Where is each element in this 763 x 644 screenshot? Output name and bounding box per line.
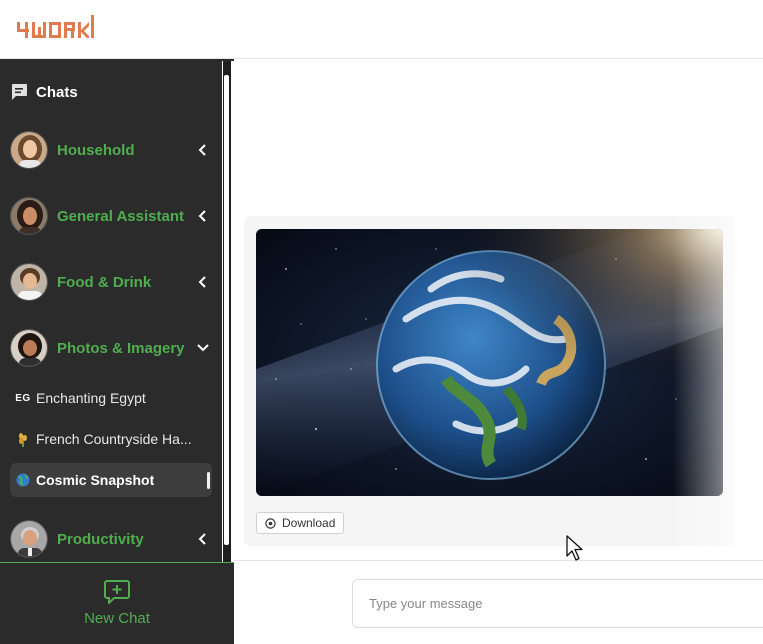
earth-image [256, 229, 723, 496]
download-label: Download [282, 516, 336, 530]
chat-item-enchanting-egypt[interactable]: EG Enchanting Egypt [10, 381, 212, 415]
scrollbar-thumb[interactable] [224, 75, 229, 545]
chat-area: Download [234, 59, 763, 644]
scroll-down-arrow-icon[interactable] [223, 554, 231, 562]
chat-bubble-icon [12, 84, 27, 100]
generated-image[interactable] [256, 229, 723, 496]
new-chat-label: New Chat [84, 610, 150, 627]
category-label: General Assistant [57, 207, 184, 225]
chats-header: Chats [10, 83, 78, 101]
globe-icon [10, 473, 36, 487]
top-bar [0, 0, 763, 59]
avatar [10, 263, 48, 301]
category-household[interactable]: Household [10, 130, 210, 170]
sidebar-scrollbar[interactable] [222, 61, 234, 562]
sidebar: Chats Household General Assistant Food &… [0, 59, 234, 644]
chats-header-label: Chats [36, 83, 78, 101]
download-icon [265, 517, 276, 529]
category-label: Photos & Imagery [57, 339, 185, 357]
chevron-left-icon[interactable] [196, 209, 210, 223]
avatar [10, 131, 48, 169]
category-label: Productivity [57, 530, 144, 548]
chat-item-cosmic-snapshot[interactable]: Cosmic Snapshot [10, 463, 212, 497]
category-productivity[interactable]: Productivity [10, 519, 210, 559]
avatar [10, 520, 48, 558]
chat-item-french-countryside[interactable]: French Countryside Ha... [10, 422, 212, 456]
scroll-up-arrow-icon[interactable] [223, 61, 231, 69]
avatar [10, 197, 48, 235]
chevron-left-icon[interactable] [196, 532, 210, 546]
input-divider [234, 560, 763, 561]
chevron-down-icon[interactable] [196, 341, 210, 355]
category-photos-imagery[interactable]: Photos & Imagery [10, 328, 210, 368]
chat-item-label: French Countryside Ha... [36, 431, 192, 447]
avatar [10, 329, 48, 367]
mouse-cursor-icon [566, 535, 583, 561]
category-label: Household [57, 141, 135, 159]
logo-mark [17, 15, 94, 38]
app-logo[interactable] [17, 12, 95, 42]
wheat-icon [10, 431, 36, 447]
category-label: Food & Drink [57, 273, 152, 291]
chat-item-label: Enchanting Egypt [36, 390, 146, 406]
download-button[interactable]: Download [256, 512, 345, 534]
chevron-left-icon[interactable] [196, 143, 210, 157]
image-message-card: Download [244, 216, 735, 546]
category-food-drink[interactable]: Food & Drink [10, 262, 210, 302]
sidebar-list[interactable]: Chats Household General Assistant Food &… [0, 59, 222, 562]
category-general-assistant[interactable]: General Assistant [10, 196, 210, 236]
new-chat-button[interactable]: New Chat [0, 562, 234, 644]
message-input[interactable] [352, 579, 763, 628]
chat-item-label: Cosmic Snapshot [36, 472, 155, 488]
new-chat-icon [104, 580, 130, 604]
eg-icon: EG [15, 392, 31, 404]
chevron-left-icon[interactable] [196, 275, 210, 289]
